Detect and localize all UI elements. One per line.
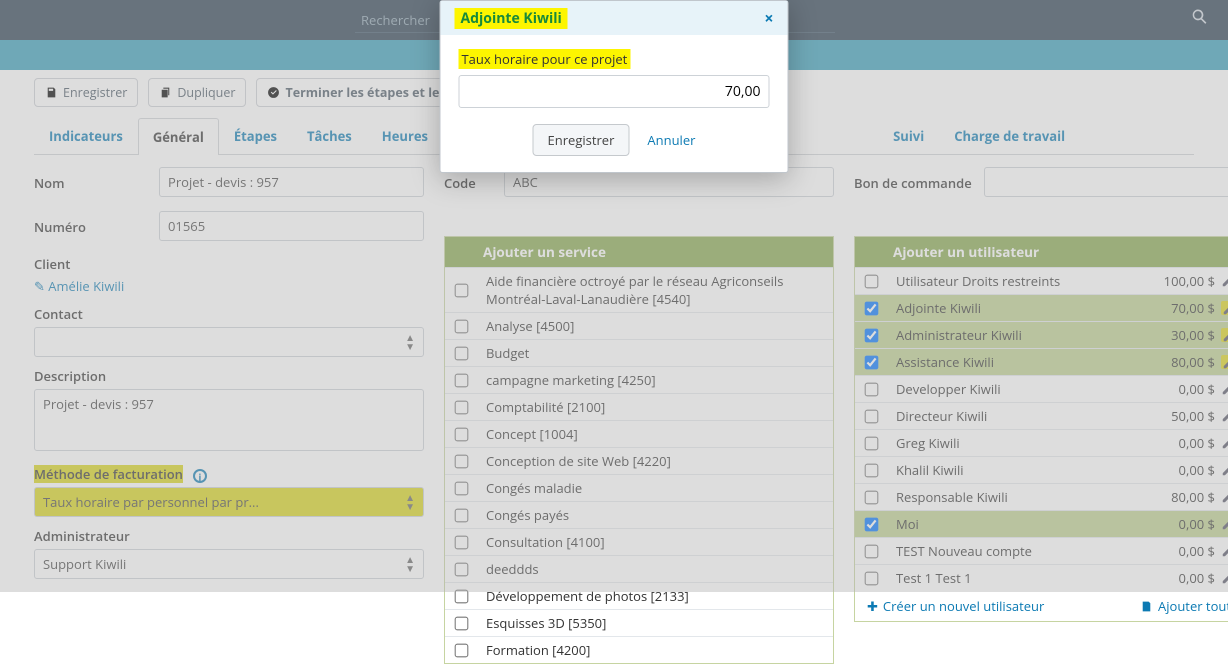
add-all-link[interactable]: Ajouter tout [1140,597,1228,615]
new-user-link[interactable]: ✚ Créer un nouvel utilisateur [867,597,1044,615]
close-icon[interactable]: × [764,7,773,29]
rate-input[interactable] [459,75,770,108]
modal-title: Adjointe Kiwili [455,8,568,29]
service-row[interactable]: Esquisses 3D [5350] [445,609,833,636]
modal-save-button[interactable]: Enregistrer [533,124,630,156]
service-label: Formation [4200] [486,641,825,659]
modal-cancel-button[interactable]: Annuler [647,131,695,149]
modal-label: Taux horaire pour ce projet [459,49,631,69]
service-checkbox[interactable] [455,643,469,657]
service-checkbox[interactable] [455,616,469,630]
service-label: Esquisses 3D [5350] [486,614,825,632]
rate-modal: Adjointe Kiwili × Taux horaire pour ce p… [440,0,789,173]
service-row[interactable]: Formation [4200] [445,636,833,663]
